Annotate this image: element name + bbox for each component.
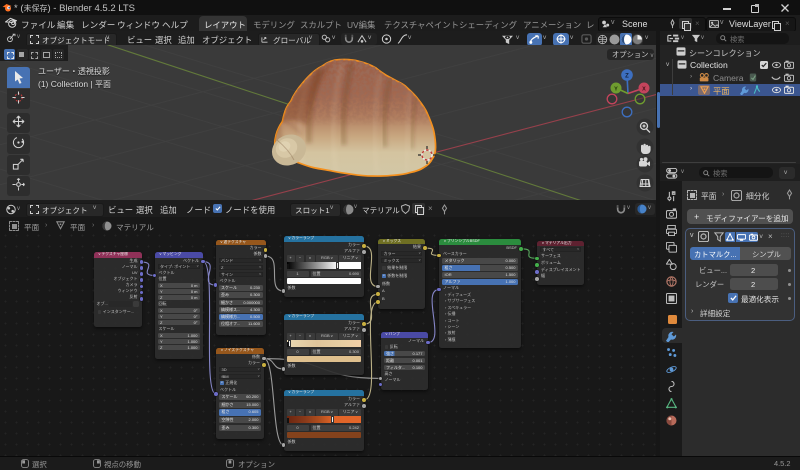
svg-text:Z: Z (625, 73, 629, 79)
svg-text:Y: Y (614, 86, 618, 92)
svg-text:X: X (642, 86, 646, 92)
